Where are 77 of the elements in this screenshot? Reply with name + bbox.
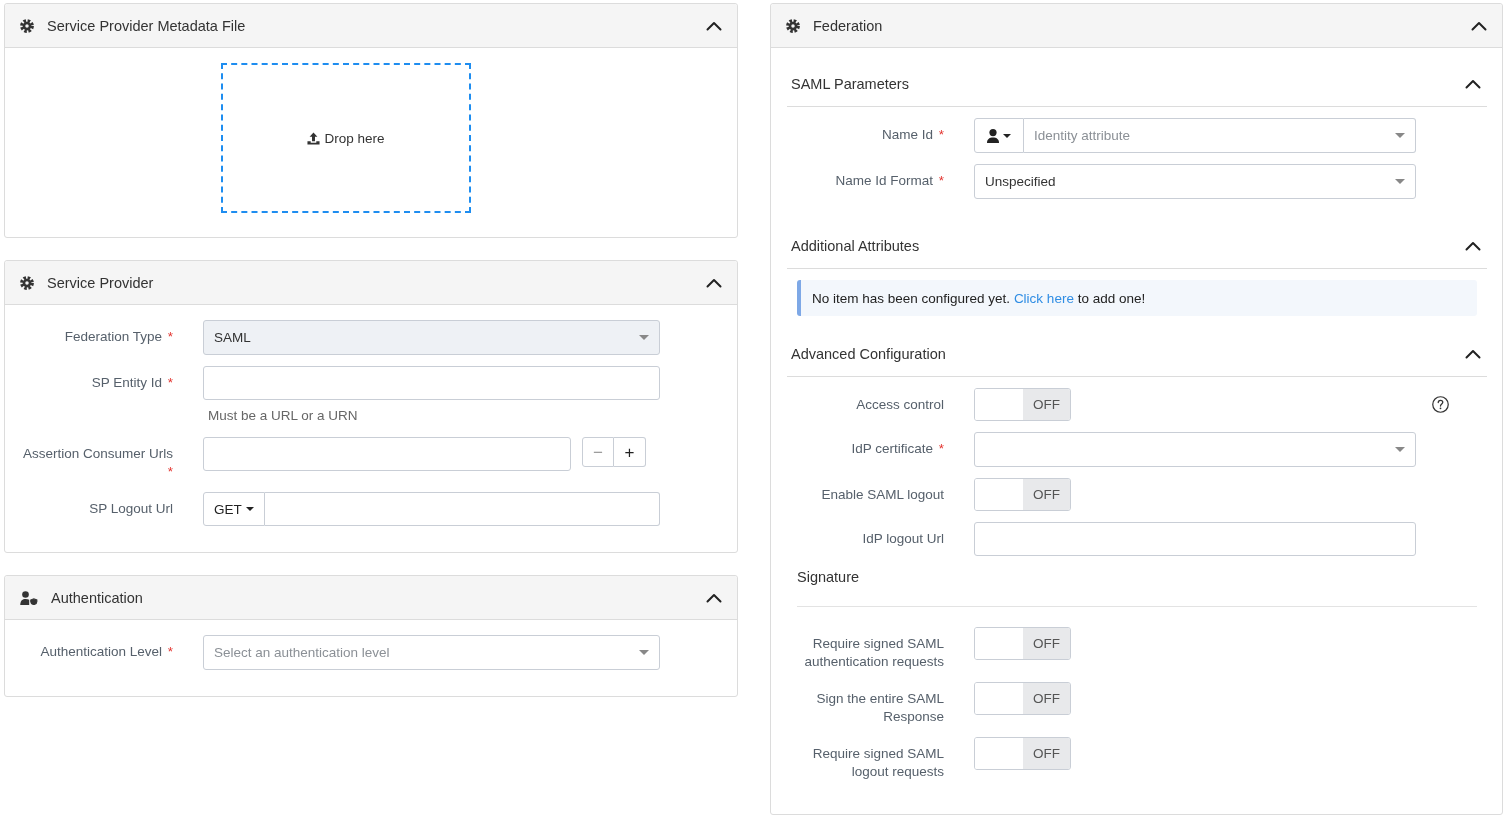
select-field[interactable]: Unspecified <box>974 164 1416 199</box>
text-input[interactable] <box>203 366 660 400</box>
caret-down-icon <box>1395 447 1405 452</box>
panel-title: Federation <box>813 16 883 36</box>
add-link[interactable]: Click here <box>1013 290 1074 306</box>
chevron-up-icon <box>706 592 722 603</box>
caret-down-icon <box>639 335 649 340</box>
field-label: Access control <box>856 397 944 412</box>
caret-down-icon <box>1395 179 1405 184</box>
section-title: SAML Parameters <box>791 76 909 92</box>
alert-message: No item has been configured yet. Click here to add one! <box>812 290 1146 306</box>
caret-down-icon <box>1395 133 1405 138</box>
method-dropdown[interactable]: GET <box>203 492 265 526</box>
collapse-button[interactable] <box>1465 79 1481 89</box>
field-label: SP Logout Url <box>89 501 173 516</box>
select-field[interactable]: Identity attribute <box>1024 118 1416 153</box>
collapse-button[interactable] <box>1471 20 1487 31</box>
collapse-button[interactable] <box>1465 241 1481 251</box>
caret-down-icon <box>245 507 254 511</box>
chevron-up-icon <box>706 20 722 31</box>
person-icon <box>987 128 999 143</box>
field-label: SP Entity Id <box>91 375 162 390</box>
field-label: Sign the entire SAML Response <box>816 691 944 724</box>
collapse-button[interactable] <box>706 277 722 288</box>
collapse-button[interactable] <box>706 592 722 603</box>
field-label: Authentication Level <box>40 644 162 659</box>
toggle-switch[interactable]: OFF <box>974 388 1071 421</box>
url-input[interactable] <box>265 492 660 526</box>
chevron-up-icon <box>1471 20 1487 31</box>
required-mark: * <box>167 644 173 659</box>
upload-icon <box>307 131 321 145</box>
chevron-up-icon <box>1465 241 1481 251</box>
collapse-button[interactable] <box>1465 349 1481 359</box>
section-title: Additional Attributes <box>791 238 920 254</box>
section-title: Advanced Configuration <box>791 346 946 362</box>
field-label: Assertion Consumer Urls <box>22 446 173 461</box>
chevron-up-icon <box>706 277 722 288</box>
required-mark: * <box>938 441 944 456</box>
help-text: Must be a URL or a URN <box>207 407 359 425</box>
chevron-up-icon <box>1465 79 1481 89</box>
field-label: Enable SAML logout <box>821 487 944 502</box>
caret-down-icon <box>639 650 649 655</box>
required-mark: * <box>167 464 173 479</box>
field-label: IdP logout Url <box>862 531 944 546</box>
file-drop-zone[interactable]: Drop here <box>221 63 471 213</box>
required-mark: * <box>938 173 944 188</box>
field-label: Require signed SAML logout requests <box>812 746 944 779</box>
gear-icon <box>20 275 34 290</box>
attribute-type-button[interactable] <box>974 118 1024 153</box>
gear-icon <box>20 18 34 33</box>
required-mark: * <box>167 329 173 344</box>
toggle-switch[interactable]: OFF <box>974 682 1071 715</box>
field-label: Name Id Format <box>835 173 933 188</box>
field-label: Federation Type <box>64 329 162 344</box>
field-label: Require signed SAML authentication requests <box>804 636 944 669</box>
panel-title: Service Provider <box>47 273 154 293</box>
collapse-button[interactable] <box>706 20 722 31</box>
panel-title: Authentication <box>51 588 143 608</box>
subsection-title: Signature <box>797 569 860 585</box>
field-label: Name Id <box>881 127 933 142</box>
text-input[interactable] <box>974 522 1416 556</box>
add-button[interactable]: + <box>614 437 646 467</box>
help-icon[interactable] <box>1432 396 1449 413</box>
caret-down-icon <box>1003 133 1011 138</box>
required-mark: * <box>938 127 944 142</box>
select-field[interactable]: Select an authentication level <box>203 635 660 670</box>
toggle-switch[interactable]: OFF <box>974 478 1071 511</box>
select-field[interactable] <box>974 432 1416 467</box>
text-input[interactable] <box>203 437 571 471</box>
chevron-up-icon <box>1465 349 1481 359</box>
gear-icon <box>786 18 800 33</box>
user-shield-icon <box>20 590 38 605</box>
toggle-switch[interactable]: OFF <box>974 737 1071 770</box>
toggle-switch[interactable]: OFF <box>974 627 1071 660</box>
field-label: IdP certificate <box>851 441 933 456</box>
panel-title: Service Provider Metadata File <box>47 16 246 36</box>
required-mark: * <box>167 375 173 390</box>
